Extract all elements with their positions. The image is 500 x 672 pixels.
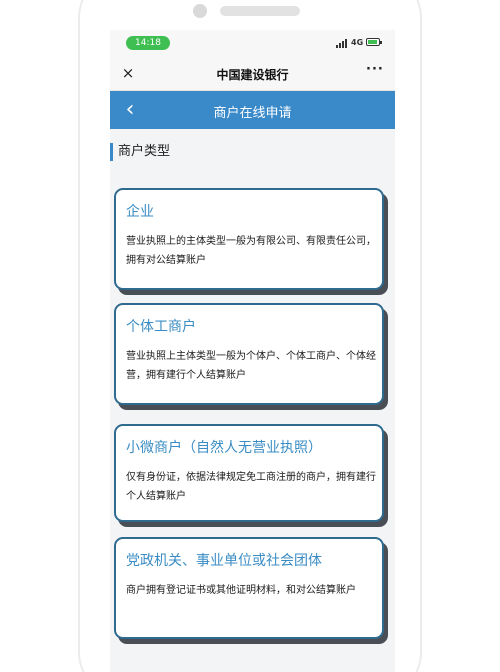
card-title: 企业 [126, 204, 154, 220]
battery-icon [366, 38, 382, 46]
merchant-type-card-individual-business[interactable]: 个体工商户 营业执照上主体类型一般为个体户、个体工商户、个体经营，拥有建行个人结… [114, 303, 384, 405]
signal-icon [336, 39, 350, 48]
section-heading: 商户类型 [110, 143, 170, 161]
merchant-type-card-government-institution[interactable]: 党政机关、事业单位或社会团体 商户拥有登记证书或其他证明材料，和对公结算账户 [114, 537, 384, 639]
network-label: 4G [351, 38, 364, 47]
card-description: 营业执照上的主体类型一般为有限公司、有限责任公司，拥有对公结算账户 [126, 236, 376, 266]
phone-screen: 14:18 4G × 中国建设银行 ··· ‹ 商户在线申请 商户类型 企业 营… [110, 30, 395, 672]
merchant-type-card-micro-merchant[interactable]: 小微商户（自然人无营业执照） 仅有身份证，依据法律规定免工商注册的商户，拥有建行… [114, 424, 384, 522]
page-header: ‹ 商户在线申请 [110, 91, 395, 129]
status-time: 14:18 [126, 36, 170, 50]
merchant-type-card-enterprise[interactable]: 企业 营业执照上的主体类型一般为有限公司、有限责任公司，拥有对公结算账户 [114, 188, 384, 290]
card-description: 营业执照上主体类型一般为个体户、个体工商户、个体经营，拥有建行个人结算账户 [126, 351, 376, 381]
card-description: 仅有身份证，依据法律规定免工商注册的商户，拥有建行个人结算账户 [126, 472, 376, 502]
card-description: 商户拥有登记证书或其他证明材料，和对公结算账户 [126, 585, 356, 596]
card-title: 小微商户（自然人无营业执照） [126, 440, 322, 456]
card-title: 个体工商户 [126, 319, 196, 335]
app-bar: × 中国建设银行 ··· [110, 57, 395, 91]
app-title: 中国建设银行 [216, 68, 289, 82]
page-title: 商户在线申请 [213, 106, 292, 121]
more-options-icon[interactable]: ··· [366, 62, 384, 78]
camera-dot [193, 4, 207, 18]
speaker-grill [220, 6, 300, 16]
status-bar: 14:18 4G [110, 30, 395, 57]
card-title: 党政机关、事业单位或社会团体 [126, 553, 322, 569]
